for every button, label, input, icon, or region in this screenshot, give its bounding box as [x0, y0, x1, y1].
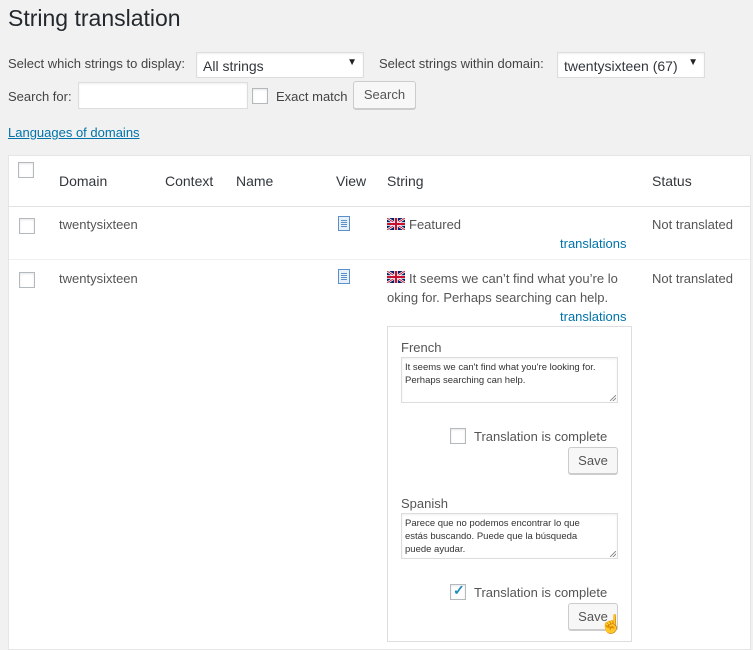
exact-match-checkbox[interactable]: [252, 88, 268, 104]
translations-link[interactable]: translations: [560, 236, 626, 251]
resize-handle-icon[interactable]: [610, 551, 616, 557]
exact-match-label: Exact match: [276, 89, 348, 104]
spanish-complete-label: Translation is complete: [474, 585, 608, 600]
column-header-status[interactable]: Status: [652, 173, 692, 189]
header-divider: [9, 206, 750, 207]
checkmark-icon: ✓: [453, 582, 465, 598]
row-domain: twentysixteen: [59, 271, 138, 286]
french-translation-textarea[interactable]: It seems we can't find what you're looki…: [401, 357, 618, 403]
document-icon[interactable]: [338, 216, 350, 231]
french-label: French: [401, 340, 442, 355]
dropdown-arrow-icon: ▼: [688, 57, 698, 68]
uk-flag-icon: [387, 271, 405, 283]
row-string-line2: oking for. Perhaps searching can help.: [387, 290, 609, 305]
column-header-string[interactable]: String: [387, 173, 424, 189]
search-label: Search for:: [8, 89, 72, 104]
column-header-name[interactable]: Name: [236, 173, 273, 189]
row-checkbox[interactable]: [19, 272, 35, 288]
languages-of-domains-link[interactable]: Languages of domains: [8, 125, 140, 140]
column-header-context[interactable]: Context: [165, 173, 213, 189]
display-filter-value: All strings: [203, 58, 264, 74]
row-status: Not translated: [652, 271, 733, 286]
resize-handle-icon[interactable]: [610, 395, 616, 401]
search-button[interactable]: Search: [353, 81, 416, 109]
row-divider: [9, 259, 750, 260]
column-header-view: View: [336, 173, 367, 189]
french-text-line1: It seems we can't find what you're looki…: [405, 362, 596, 373]
column-header-domain[interactable]: Domain: [59, 173, 107, 189]
spanish-translation-textarea[interactable]: Parece que no podemos encontrar lo que e…: [401, 513, 618, 559]
translations-link[interactable]: translations: [560, 309, 626, 324]
domain-filter-label: Select strings within domain:: [379, 56, 544, 71]
french-save-button[interactable]: Save: [568, 447, 618, 474]
domain-filter-select[interactable]: twentysixteen (67) ▼: [557, 52, 705, 78]
spanish-text-line1: Parece que no podemos encontrar lo que: [405, 518, 580, 529]
document-icon[interactable]: [338, 269, 350, 284]
row-checkbox[interactable]: [19, 218, 35, 234]
display-filter-select[interactable]: All strings ▼: [196, 52, 364, 78]
display-filter-label: Select which strings to display:: [8, 56, 186, 71]
uk-flag-icon: [387, 218, 405, 230]
spanish-text-line2: estás buscando. Puede que la búsqueda: [405, 531, 578, 542]
spanish-text-line3: puede ayudar.: [405, 544, 466, 555]
select-all-checkbox[interactable]: [18, 162, 34, 178]
row-string: Featured: [409, 217, 462, 232]
search-input[interactable]: [78, 82, 248, 109]
domain-filter-value: twentysixteen (67): [564, 58, 678, 74]
spanish-label: Spanish: [401, 496, 448, 511]
spanish-complete-checkbox[interactable]: ✓: [450, 582, 466, 600]
row-domain: twentysixteen: [59, 217, 138, 232]
french-complete-label: Translation is complete: [474, 429, 608, 444]
hand-cursor-icon: ☝: [600, 614, 623, 634]
french-text-line2: Perhaps searching can help.: [405, 375, 526, 386]
row-string-line1: It seems we can’t find what you’re lo: [409, 271, 618, 286]
french-complete-checkbox[interactable]: [450, 428, 466, 444]
dropdown-arrow-icon: ▼: [347, 57, 357, 68]
row-status: Not translated: [652, 217, 733, 232]
page-title: String translation: [8, 5, 181, 31]
